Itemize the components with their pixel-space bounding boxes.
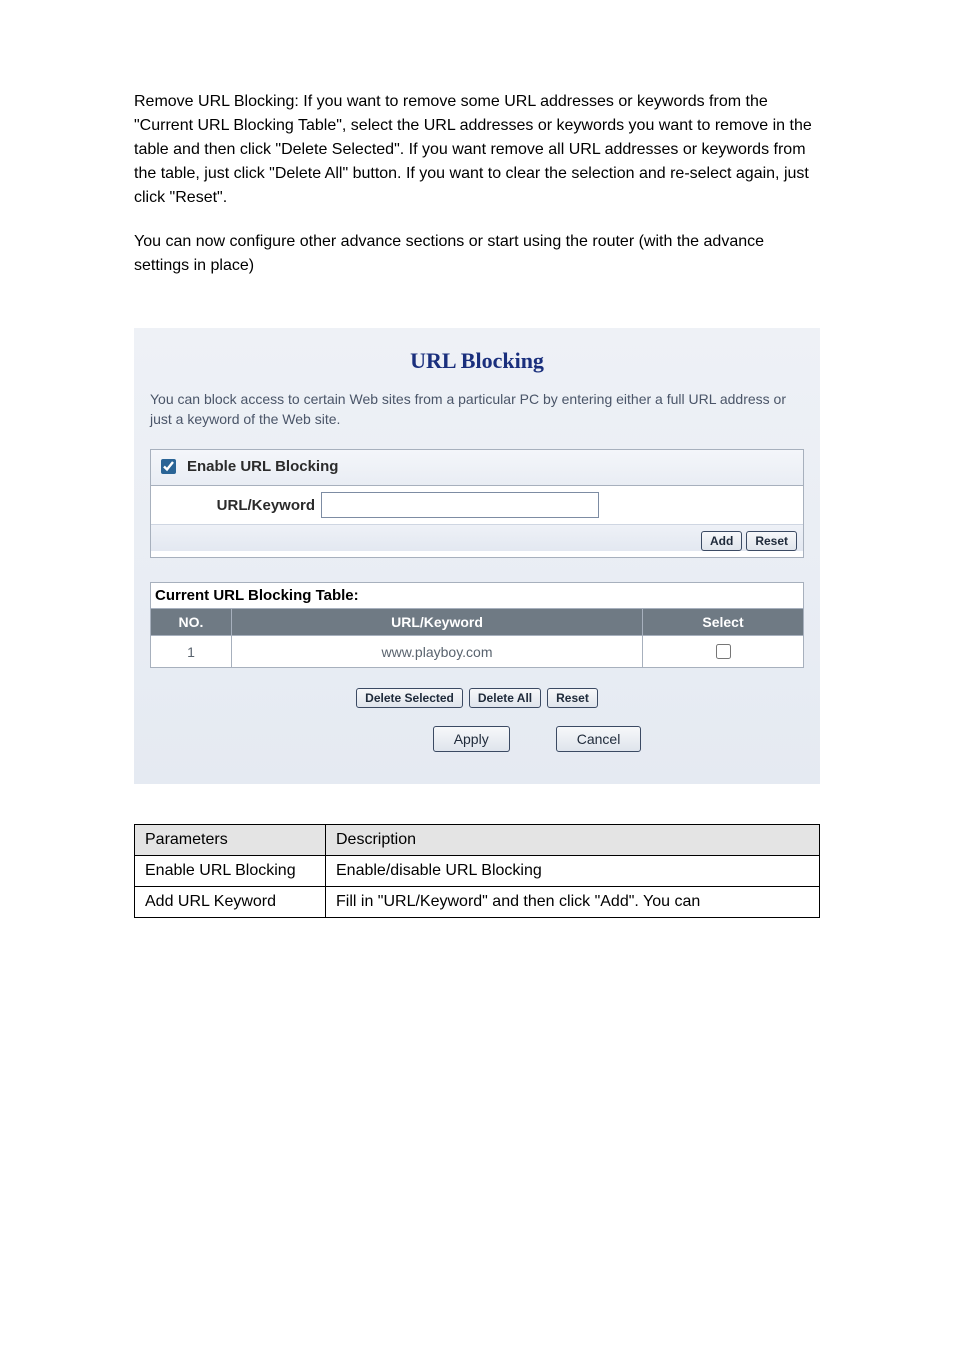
- panel-description: You can block access to certain Web site…: [150, 390, 804, 429]
- desc-row: Enable URL Blocking Enable/disable URL B…: [135, 856, 820, 887]
- desc-row: Add URL Keyword Fill in "URL/Keyword" an…: [135, 887, 820, 918]
- th-kw: URL/Keyword: [232, 609, 643, 636]
- intro-p1: Remove URL Blocking: If you want to remo…: [134, 90, 820, 210]
- desc-cell-desc: Enable/disable URL Blocking: [326, 856, 820, 887]
- table-caption: Current URL Blocking Table:: [150, 582, 804, 608]
- url-blocking-panel: URL Blocking You can block access to cer…: [134, 328, 820, 784]
- reset-button[interactable]: Reset: [746, 531, 797, 551]
- th-select: Select: [643, 609, 804, 636]
- url-keyword-row: URL/Keyword: [151, 486, 803, 525]
- panel-title: URL Blocking: [150, 348, 804, 374]
- desc-cell-desc: Fill in "URL/Keyword" and then click "Ad…: [326, 887, 820, 918]
- delete-selected-button[interactable]: Delete Selected: [356, 688, 463, 708]
- th-no: NO.: [151, 609, 232, 636]
- url-blocking-table: NO. URL/Keyword Select 1 www.playboy.com: [150, 608, 804, 668]
- table-button-row: Delete Selected Delete All Reset: [150, 668, 804, 726]
- description-table-wrap: Parameters Description Enable URL Blocki…: [0, 824, 954, 918]
- enable-row: Enable URL Blocking: [151, 450, 803, 486]
- desc-cell-param: Add URL Keyword: [135, 887, 326, 918]
- cell-select: [643, 636, 804, 668]
- enable-url-blocking-checkbox[interactable]: [161, 459, 176, 474]
- row-select-checkbox[interactable]: [716, 644, 731, 659]
- delete-all-button[interactable]: Delete All: [469, 688, 541, 708]
- cell-kw: www.playboy.com: [232, 636, 643, 668]
- intro-text: Remove URL Blocking: If you want to remo…: [0, 90, 954, 328]
- desc-cell-param: Enable URL Blocking: [135, 856, 326, 887]
- add-reset-row: Add Reset: [151, 525, 803, 551]
- table-reset-button[interactable]: Reset: [547, 688, 598, 708]
- desc-th-desc: Description: [326, 825, 820, 856]
- description-table: Parameters Description Enable URL Blocki…: [134, 824, 820, 918]
- apply-button[interactable]: Apply: [433, 726, 510, 752]
- enable-fieldset: Enable URL Blocking URL/Keyword Add Rese…: [150, 449, 804, 558]
- intro-p2: You can now configure other advance sect…: [134, 230, 820, 278]
- url-keyword-input[interactable]: [321, 492, 599, 518]
- add-button[interactable]: Add: [701, 531, 742, 551]
- enable-url-blocking-label: Enable URL Blocking: [187, 458, 338, 475]
- cell-no: 1: [151, 636, 232, 668]
- cancel-button[interactable]: Cancel: [556, 726, 642, 752]
- apply-cancel-row: Apply Cancel: [270, 726, 804, 760]
- table-row: 1 www.playboy.com: [151, 636, 804, 668]
- desc-th-param: Parameters: [135, 825, 326, 856]
- url-blocking-table-wrap: Current URL Blocking Table: NO. URL/Keyw…: [150, 582, 804, 760]
- url-keyword-label: URL/Keyword: [157, 497, 315, 514]
